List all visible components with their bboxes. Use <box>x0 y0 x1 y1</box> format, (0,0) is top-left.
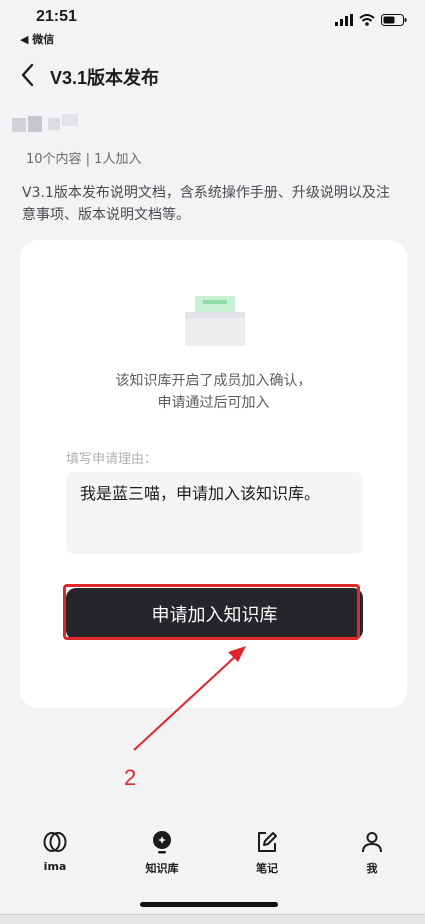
bottom-strip <box>0 914 425 924</box>
annotation-step-number: 2 <box>124 765 137 790</box>
annotation-highlight-box <box>63 584 360 640</box>
page-title: V3.1版本发布 <box>50 68 160 88</box>
tab-me[interactable]: 我 <box>332 830 412 876</box>
status-bar: 21:51 ◀ 微信 <box>0 0 425 52</box>
ima-logo-icon <box>43 832 67 852</box>
battery-icon <box>381 14 407 26</box>
notice-line-1: 该知识库开启了成员加入确认， <box>115 373 312 389</box>
locked-kb-illustration-icon <box>185 296 245 346</box>
reason-label: 填写申请理由： <box>66 452 158 467</box>
signal-icon <box>335 14 353 26</box>
kb-description: V3.1版本发布说明文档，含系统操作手册、升级说明以及注意事项、版本说明文档等。 <box>22 185 390 223</box>
home-indicator <box>140 902 278 907</box>
tab-notes-label: 笔记 <box>256 862 278 875</box>
back-chevron-icon[interactable] <box>16 60 40 90</box>
knowledge-base-icon <box>153 831 171 854</box>
reason-textarea[interactable]: 我是蓝三喵，申请加入该知识库。 <box>66 472 363 554</box>
kb-meta: 10个内容 | 1人加入 <box>26 152 142 167</box>
join-notice: 该知识库开启了成员加入确认， 申请通过后可加入 <box>20 370 407 414</box>
tab-me-label: 我 <box>366 862 378 875</box>
status-icons <box>335 14 407 26</box>
back-to-wechat-link[interactable]: ◀ 微信 <box>20 31 54 47</box>
tab-knowledge-base-label: 知识库 <box>145 862 179 875</box>
tab-ima-label: ima <box>43 860 67 873</box>
profile-icon <box>362 832 382 853</box>
tab-ima[interactable]: ima <box>15 830 95 873</box>
note-edit-icon <box>258 832 277 852</box>
status-time: 21:51 <box>36 8 77 25</box>
tab-knowledge-base[interactable]: 知识库 <box>122 830 202 876</box>
notice-line-2: 申请通过后可加入 <box>157 395 270 411</box>
nav-bar: V3.1版本发布 <box>0 58 425 94</box>
tab-notes[interactable]: 笔记 <box>227 830 307 876</box>
wifi-icon <box>359 14 375 26</box>
owner-avatar-blurred <box>12 114 78 132</box>
bottom-tab-bar: ima 知识库 笔记 我 <box>0 820 425 890</box>
